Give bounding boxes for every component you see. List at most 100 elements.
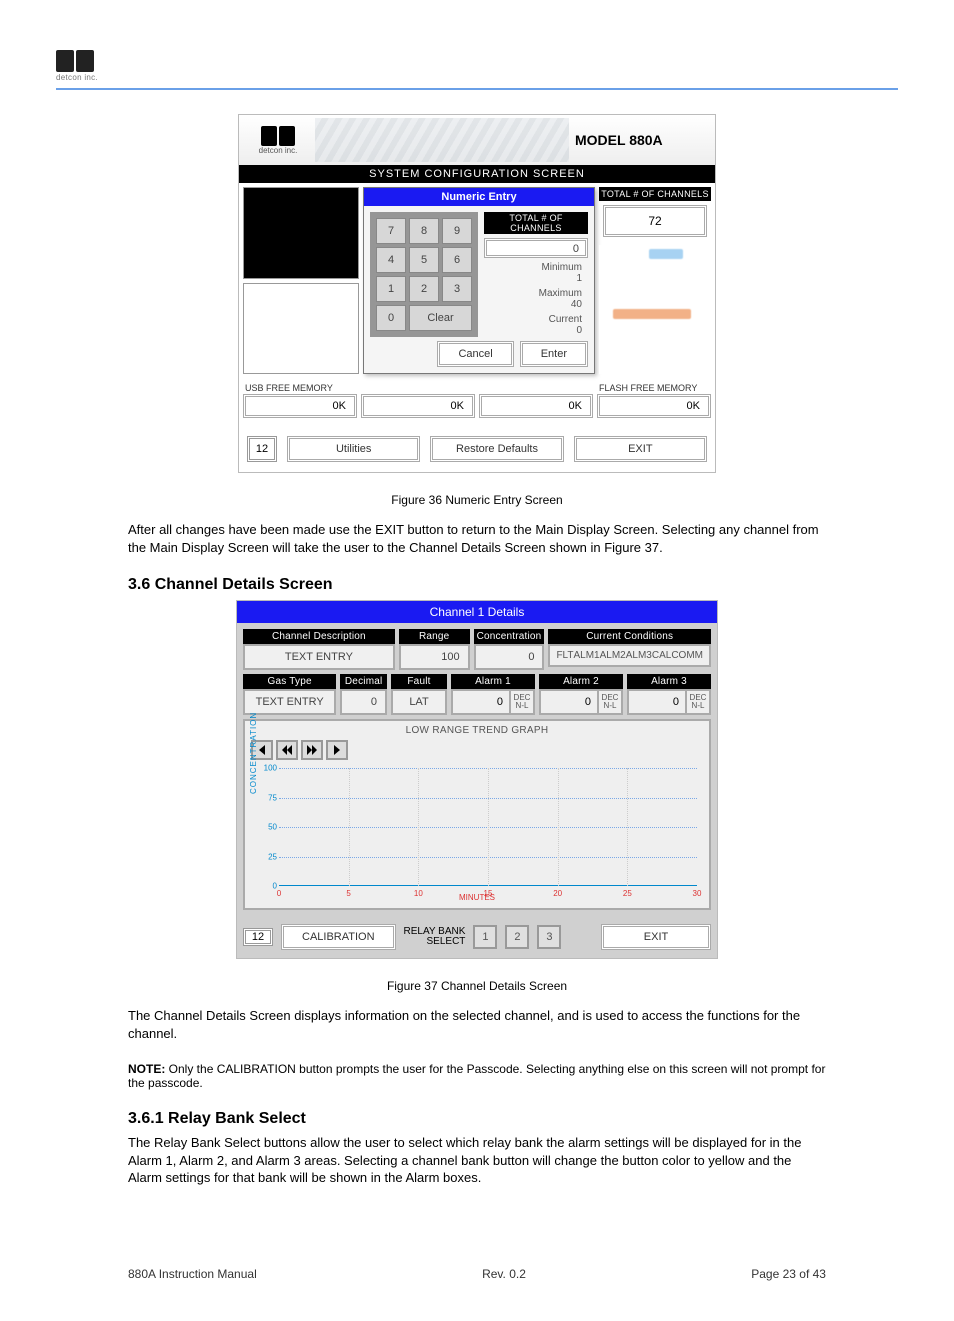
footer-page: Page 23 of 43 xyxy=(751,1267,826,1281)
channel-description-label: Channel Description xyxy=(243,629,395,644)
nav-next-icon[interactable] xyxy=(301,740,323,760)
alarm-3-value[interactable]: 0 xyxy=(627,689,687,715)
exit-button[interactable]: EXIT xyxy=(574,436,707,462)
key-clear[interactable]: Clear xyxy=(409,305,472,331)
page-footer: 880A Instruction Manual Rev. 0.2 Page 23… xyxy=(128,1267,826,1281)
fault-value[interactable]: LAT xyxy=(391,689,447,715)
channel-description-value[interactable]: TEXT ENTRY xyxy=(243,644,395,670)
max-value: 40 xyxy=(484,299,588,310)
relay-bank-3[interactable]: 3 xyxy=(537,925,561,949)
cancel-button[interactable]: Cancel xyxy=(437,341,513,367)
relay-bank-1[interactable]: 1 xyxy=(473,925,497,949)
nav-prev-icon[interactable] xyxy=(276,740,298,760)
status-chip-2[interactable]: 12 xyxy=(243,928,273,946)
key-9[interactable]: 9 xyxy=(442,218,472,244)
alarm-1-mode[interactable]: DECN-L xyxy=(511,689,535,715)
fault-label: Fault xyxy=(391,674,447,689)
condition-flags: FLT ALM1 ALM2 ALM3 CAL COMM xyxy=(548,644,711,667)
restore-defaults-button[interactable]: Restore Defaults xyxy=(430,436,563,462)
concentration-label: Concentration xyxy=(474,629,545,644)
trend-graph-title: LOW RANGE TREND GRAPH xyxy=(247,723,707,740)
channel-details-title: Channel 1 Details xyxy=(237,601,717,623)
paragraph-1: After all changes have been made use the… xyxy=(128,521,826,556)
left-panel-2 xyxy=(243,283,359,375)
figure-37-caption: Figure 37 Channel Details Screen xyxy=(0,979,954,993)
key-4[interactable]: 4 xyxy=(376,247,406,273)
relay-bank-2[interactable]: 2 xyxy=(505,925,529,949)
utilities-button[interactable]: Utilities xyxy=(287,436,420,462)
alarm-1-value[interactable]: 0 xyxy=(451,689,511,715)
current-conditions-label: Current Conditions xyxy=(548,629,711,644)
alarm-2-mode[interactable]: DECN-L xyxy=(599,689,623,715)
figure-36-caption: Figure 36 Numeric Entry Screen xyxy=(0,493,954,507)
paragraph-2: The Channel Details Screen displays info… xyxy=(128,1007,826,1042)
key-6[interactable]: 6 xyxy=(442,247,472,273)
section-heading-channel-details: 3.6 Channel Details Screen xyxy=(128,576,826,594)
calibration-button[interactable]: CALIBRATION xyxy=(281,924,396,950)
screen-title: SYSTEM CONFIGURATION SCREEN xyxy=(239,165,715,183)
total-channels-value[interactable]: 72 xyxy=(603,205,707,237)
header-artwork xyxy=(315,118,569,162)
key-0[interactable]: 0 xyxy=(376,305,406,331)
key-8[interactable]: 8 xyxy=(409,218,439,244)
range-label: Range xyxy=(399,629,470,644)
mem-value-3: 0K xyxy=(479,394,593,418)
flash-mem-label: FLASH FREE MEMORY xyxy=(597,382,711,394)
relay-bank-label: RELAY BANKSELECT xyxy=(404,927,466,947)
key-2[interactable]: 2 xyxy=(409,276,439,302)
brand-name: detcon inc. xyxy=(56,73,954,82)
alarm-1-label: Alarm 1 xyxy=(451,674,535,689)
numeric-entry-popup: Numeric Entry 7 8 9 4 5 6 1 2 3 0 Clear xyxy=(363,187,595,374)
alarm-2-label: Alarm 2 xyxy=(539,674,623,689)
min-value: 1 xyxy=(484,273,588,284)
system-config-screenshot: detcon inc. MODEL 880A SYSTEM CONFIGURAT… xyxy=(238,114,716,473)
channel-details-screenshot: Channel 1 Details Channel Description TE… xyxy=(236,600,718,959)
concentration-value: 0 xyxy=(474,644,545,670)
total-channels-label: TOTAL # OF CHANNELS xyxy=(599,187,711,201)
trend-plot: 0255075100051015202530 MINUTES CONCENTRA… xyxy=(251,764,703,904)
entry-field-value[interactable]: 0 xyxy=(484,238,588,258)
alarm-3-label: Alarm 3 xyxy=(627,674,711,689)
right-panel-area xyxy=(599,245,711,374)
section-heading-relay-bank: 3.6.1 Relay Bank Select xyxy=(128,1110,826,1128)
note-label: NOTE: xyxy=(128,1062,165,1076)
usb-mem-value: 0K xyxy=(243,394,357,418)
note-text: Only the CALIBRATION button prompts the … xyxy=(128,1062,825,1090)
enter-button[interactable]: Enter xyxy=(520,341,588,367)
decimal-label: Decimal xyxy=(340,674,387,689)
exit-button-2[interactable]: EXIT xyxy=(601,924,711,950)
numeric-keypad: 7 8 9 4 5 6 1 2 3 0 Clear xyxy=(370,212,478,337)
nav-last-icon[interactable] xyxy=(326,740,348,760)
usb-mem-label: USB FREE MEMORY xyxy=(243,382,357,394)
top-divider xyxy=(56,88,898,90)
top-brand: detcon inc. xyxy=(0,0,954,82)
footer-left: 880A Instruction Manual xyxy=(128,1267,257,1281)
brand-logo xyxy=(56,50,954,72)
range-value[interactable]: 100 xyxy=(399,644,470,670)
key-5[interactable]: 5 xyxy=(409,247,439,273)
key-7[interactable]: 7 xyxy=(376,218,406,244)
key-1[interactable]: 1 xyxy=(376,276,406,302)
x-axis-label: MINUTES xyxy=(459,893,495,902)
entry-field-label: TOTAL # OF CHANNELS xyxy=(484,212,588,234)
alarm-3-mode[interactable]: DECN-L xyxy=(687,689,711,715)
current-value: 0 xyxy=(484,325,588,336)
max-label: Maximum xyxy=(484,288,588,299)
min-label: Minimum xyxy=(484,262,588,273)
popup-title: Numeric Entry xyxy=(364,188,594,206)
mem-value-2: 0K xyxy=(361,394,475,418)
left-panel-1 xyxy=(243,187,359,279)
note-paragraph: NOTE: Only the CALIBRATION button prompt… xyxy=(128,1062,826,1090)
trend-graph-box: LOW RANGE TREND GRAPH 025507510005101520… xyxy=(243,719,711,910)
app-logo: detcon inc. xyxy=(241,118,315,162)
footer-right: Rev. 0.2 xyxy=(482,1267,526,1281)
gas-type-label: Gas Type xyxy=(243,674,336,689)
status-chip[interactable]: 12 xyxy=(247,436,277,462)
key-3[interactable]: 3 xyxy=(442,276,472,302)
flash-mem-value: 0K xyxy=(597,394,711,418)
current-label: Current xyxy=(484,314,588,325)
alarm-2-value[interactable]: 0 xyxy=(539,689,599,715)
paragraph-3: The Relay Bank Select buttons allow the … xyxy=(128,1134,826,1187)
decimal-value[interactable]: 0 xyxy=(340,689,387,715)
model-label: MODEL 880A xyxy=(575,132,715,148)
